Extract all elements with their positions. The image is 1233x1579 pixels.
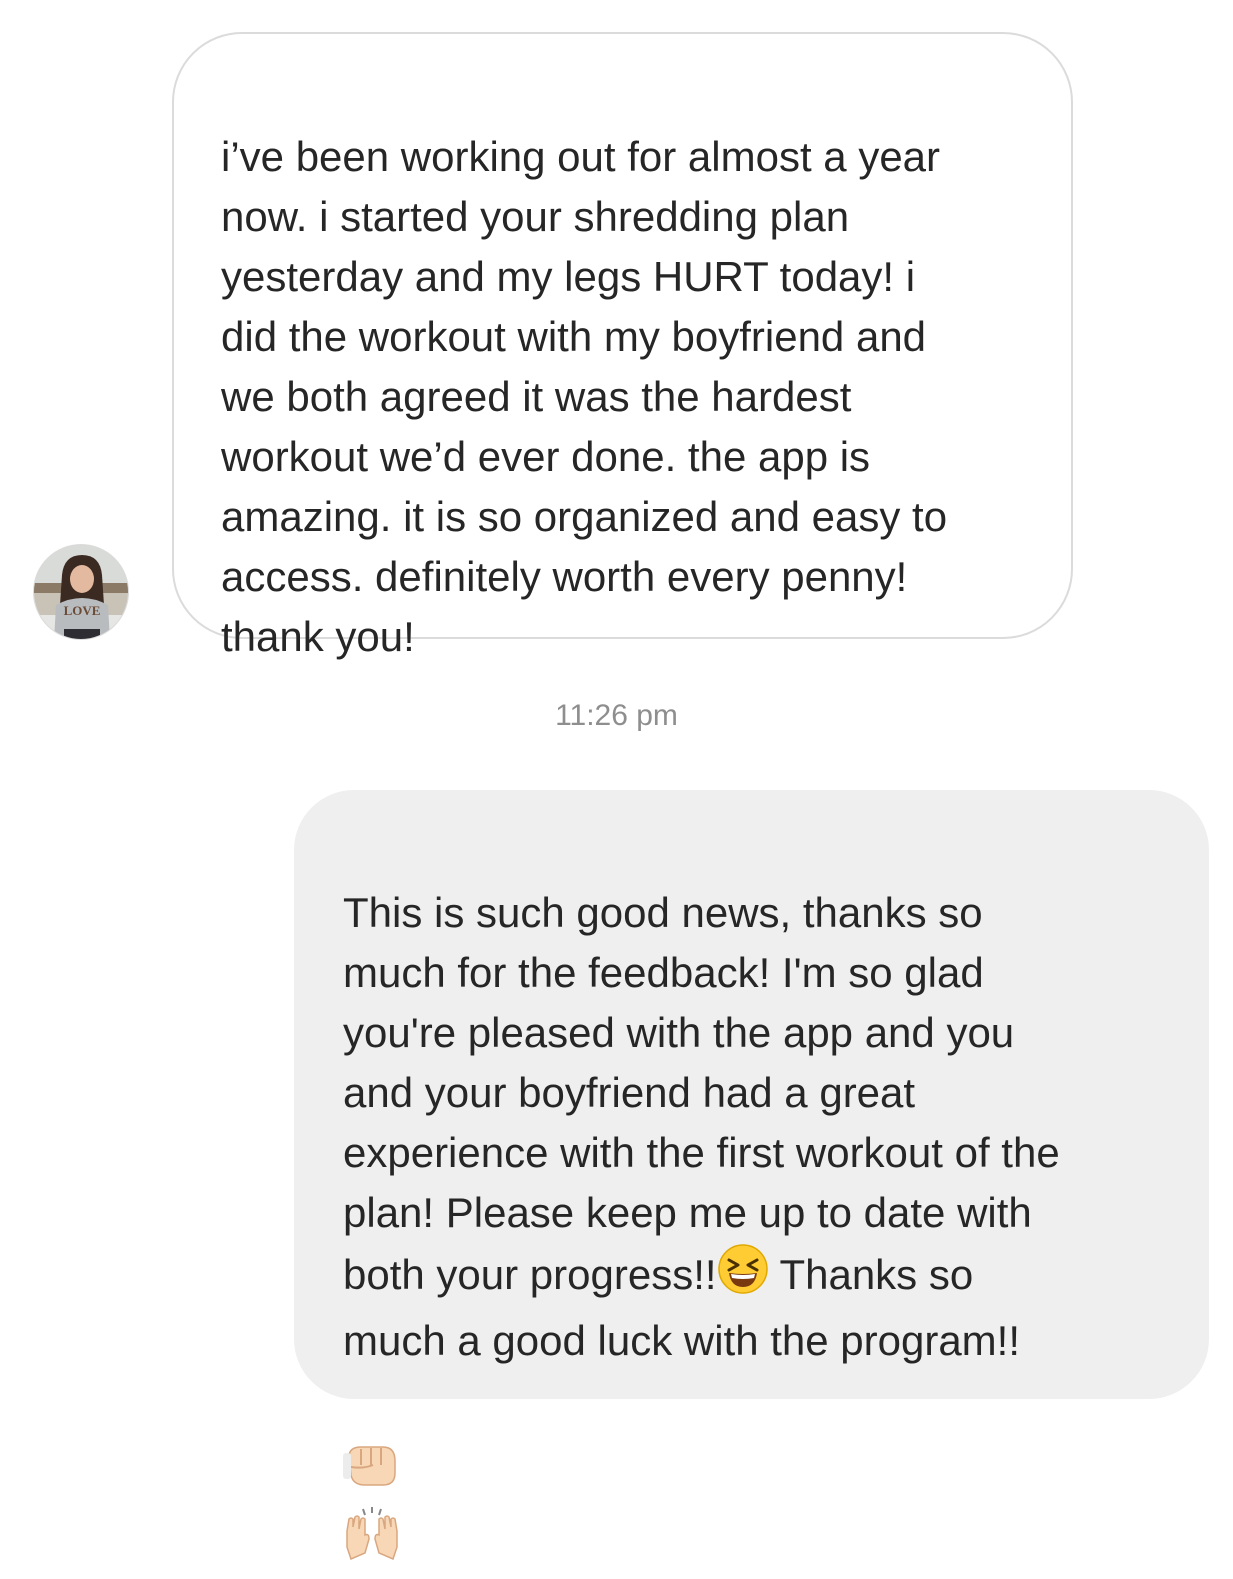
svg-text:LOVE: LOVE	[64, 603, 101, 618]
outgoing-message-bubble[interactable]: This is such good news, thanks so much f…	[294, 790, 1209, 1561]
avatar-image: LOVE	[34, 545, 128, 639]
message-timestamp: 11:26 pm	[555, 699, 678, 732]
grinning-squinting-face-emoji-icon	[717, 1243, 769, 1311]
sender-avatar[interactable]: LOVE	[33, 544, 129, 640]
emoji-row	[343, 1379, 1179, 1561]
incoming-message-text: i’ve been working out for almost a year …	[221, 133, 948, 660]
raising-hands-icon	[343, 1507, 401, 1579]
fist-bump-icon	[343, 1439, 401, 1507]
outgoing-message-text-part1: This is such good news, thanks so much f…	[343, 889, 1060, 1298]
incoming-message-bubble[interactable]: i’ve been working out for almost a year …	[172, 32, 1073, 660]
